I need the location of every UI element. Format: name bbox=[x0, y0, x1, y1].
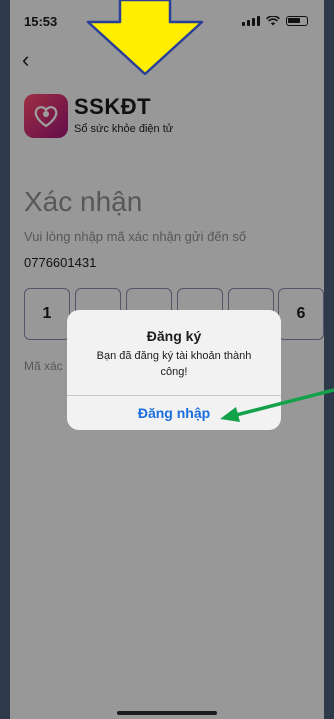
alert-message: Bạn đã đăng ký tài khoản thành công! bbox=[96, 350, 252, 378]
annotation-arrow-down-icon bbox=[86, 0, 204, 76]
annotation-arrow-left-icon bbox=[220, 388, 334, 422]
phone-screen: 15:53 ‹ SSKĐT Sổ sức khỏe điện tử Xác nh… bbox=[10, 0, 324, 719]
screen-border-right bbox=[324, 0, 334, 719]
home-indicator bbox=[117, 711, 217, 715]
alert-title: Đăng ký bbox=[146, 328, 202, 344]
screen-border-left bbox=[0, 0, 10, 719]
